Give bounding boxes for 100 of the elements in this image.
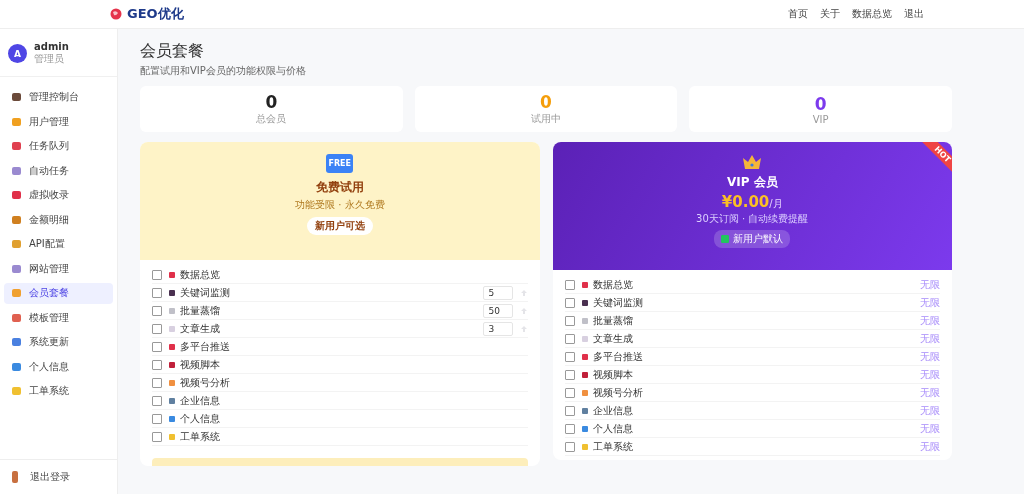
user-name: admin <box>34 41 69 52</box>
menu-label: 自动任务 <box>29 163 69 178</box>
plan-subtitle: 30天订阅 · 自动续费提醒 <box>696 212 809 226</box>
sidebar-item[interactable]: 个人信息 <box>4 356 113 377</box>
logout-link[interactable]: 退出登录 <box>30 470 70 484</box>
checkbox[interactable] <box>152 395 162 406</box>
feature-label: 文章生成 <box>592 331 634 346</box>
feature-label: 视频号分析 <box>180 375 231 390</box>
stat-label: 试用中 <box>531 112 561 126</box>
price-unit: /月 <box>769 198 783 211</box>
nav-link[interactable]: 数据总览 <box>852 7 892 21</box>
feature-label: 个人信息 <box>592 421 634 436</box>
checkbox[interactable] <box>564 315 575 326</box>
stat-value: 0 <box>814 93 827 114</box>
stat-value: 0 <box>540 92 552 112</box>
checkbox[interactable] <box>564 441 575 452</box>
feature-label: 多平台推送 <box>180 339 231 354</box>
feature-label: 企业信息 <box>592 403 634 418</box>
sidebar-item[interactable]: 模板管理 <box>4 307 113 328</box>
checkbox[interactable] <box>564 297 575 308</box>
limit-text: 无限 <box>920 313 940 328</box>
feature-label: 视频脚本 <box>180 357 221 372</box>
feature-label: 企业信息 <box>180 393 221 408</box>
checkbox[interactable] <box>152 377 162 388</box>
checkbox[interactable] <box>564 387 575 398</box>
sidebar-item[interactable]: 会员套餐 <box>4 283 113 304</box>
checkbox[interactable] <box>564 405 575 416</box>
menu-label: 个人信息 <box>29 359 69 374</box>
limit-text: 无限 <box>920 439 940 454</box>
sidebar-item[interactable]: API配置 <box>4 234 113 255</box>
sidebar-item[interactable]: 金额明细 <box>4 209 113 230</box>
limit-text: 无限 <box>920 349 940 364</box>
menu-label: API配置 <box>29 237 65 252</box>
checkbox[interactable] <box>564 279 575 290</box>
checkbox[interactable] <box>152 305 162 316</box>
feature-label: 数据总览 <box>180 267 221 282</box>
sidebar-item[interactable]: 网站管理 <box>4 258 113 279</box>
feature-label: 视频号分析 <box>592 385 644 400</box>
limit-text: 无限 <box>920 331 940 346</box>
feature-label: 视频脚本 <box>592 367 634 382</box>
checkbox[interactable] <box>152 431 162 442</box>
avatar: A <box>8 44 27 63</box>
page-title: 会员套餐 <box>140 41 205 62</box>
feature-label: 关键词监测 <box>180 285 231 300</box>
checkbox[interactable] <box>152 323 162 334</box>
nav-link[interactable]: 首页 <box>788 7 808 21</box>
checkbox[interactable] <box>152 269 162 280</box>
feature-label: 数据总览 <box>592 277 634 292</box>
limit-text: 无限 <box>920 367 940 382</box>
menu-label: 用户管理 <box>29 114 69 129</box>
sidebar-item[interactable]: 用户管理 <box>4 111 113 132</box>
quantity-field[interactable]: 3 <box>482 321 513 336</box>
menu-label: 金额明细 <box>29 212 69 227</box>
menu-label: 系统更新 <box>29 335 69 350</box>
price: ¥0.00 <box>721 193 770 211</box>
checkbox[interactable] <box>152 287 162 298</box>
checkbox[interactable] <box>564 351 575 362</box>
feature-label: 工单系统 <box>592 439 634 454</box>
nav-link[interactable]: 关于 <box>820 7 840 21</box>
limit-text: 无限 <box>920 385 940 400</box>
checkbox[interactable] <box>721 235 730 243</box>
user-role: 管理员 <box>34 52 65 66</box>
checkbox[interactable] <box>564 423 575 434</box>
feature-label: 文章生成 <box>180 321 221 336</box>
checkbox[interactable] <box>564 333 575 344</box>
feature-label: 多平台推送 <box>592 349 644 364</box>
plan-tag: 新用户可选 <box>306 217 373 235</box>
feature-label: 关键词监测 <box>592 295 644 310</box>
checkbox[interactable] <box>152 413 162 424</box>
sidebar-item[interactable]: 虚拟收录 <box>4 185 113 206</box>
menu-label: 管理控制台 <box>29 90 79 105</box>
menu-label: 模板管理 <box>29 310 69 325</box>
feature-label: 批量蒸馏 <box>592 313 634 328</box>
checkbox[interactable] <box>152 341 162 352</box>
checkbox[interactable] <box>152 359 162 370</box>
sidebar-item[interactable]: 自动任务 <box>4 160 113 181</box>
menu-label: 虚拟收录 <box>29 188 69 203</box>
sidebar-item[interactable]: 系统更新 <box>4 332 113 353</box>
feature-label: 个人信息 <box>180 411 221 426</box>
checkbox[interactable] <box>564 369 575 380</box>
stat-value: 0 <box>265 92 278 112</box>
sidebar-item[interactable]: 工单系统 <box>4 381 113 402</box>
crown-icon <box>742 154 763 170</box>
nav-link[interactable]: 退出 <box>904 7 924 21</box>
sidebar-item[interactable]: 任务队列 <box>4 136 113 157</box>
tag-label: 新用户默认 <box>733 232 784 246</box>
plan-subtitle: 功能受限 · 永久免费 <box>294 198 385 212</box>
stat-label: VIP <box>812 113 829 125</box>
menu-label: 任务队列 <box>29 139 69 154</box>
quantity-field[interactable]: 50 <box>482 303 513 318</box>
quantity-field[interactable]: 5 <box>482 285 513 300</box>
feature-label: 工单系统 <box>180 429 221 444</box>
menu-label: 工单系统 <box>29 384 69 399</box>
menu-label: 网站管理 <box>29 261 69 276</box>
limit-text: 无限 <box>920 403 940 418</box>
globe-pin-icon <box>110 8 122 20</box>
sidebar-item[interactable]: 管理控制台 <box>4 87 113 108</box>
page-subtitle: 配置试用和VIP会员的功能权限与价格 <box>140 64 307 78</box>
plan-title: 免费试用 <box>315 179 364 196</box>
plan-title: VIP 会员 <box>726 174 778 191</box>
